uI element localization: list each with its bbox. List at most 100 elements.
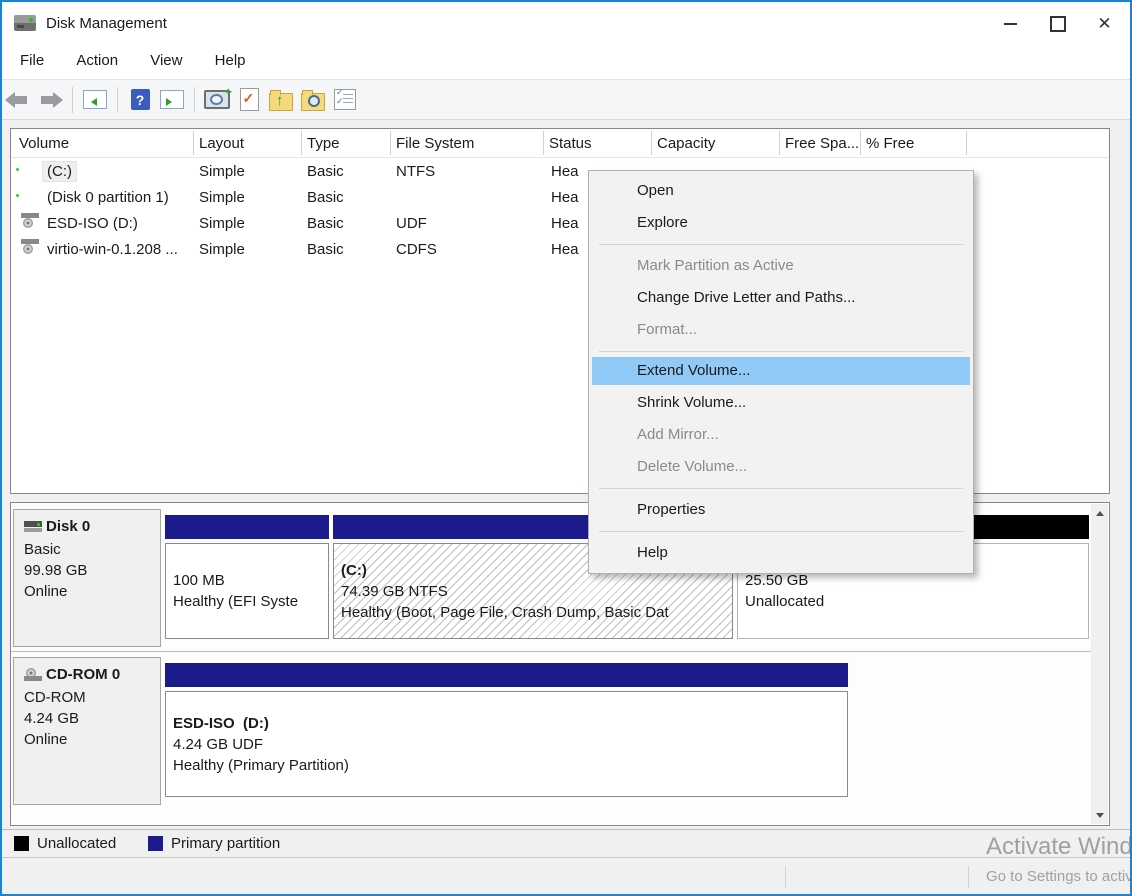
disk-kind: Basic <box>24 539 160 560</box>
rescan-disks-button[interactable] <box>201 85 233 115</box>
maximize-icon <box>1050 16 1066 32</box>
close-icon: ✕ <box>1097 15 1111 32</box>
column-separator[interactable] <box>860 131 861 155</box>
cell-file-system: UDF <box>396 215 427 232</box>
menu-file[interactable]: File <box>20 45 44 76</box>
col-layout[interactable]: Layout <box>199 135 244 152</box>
disk0-info-box[interactable]: Disk 0 Basic 99.98 GB Online <box>13 509 161 647</box>
close-button[interactable]: ✕ <box>1081 2 1128 45</box>
cell-status: Hea <box>551 241 579 258</box>
cdrom0-info-box[interactable]: CD-ROM 0 CD-ROM 4.24 GB Online <box>13 657 161 805</box>
action-pane-icon <box>160 90 184 109</box>
col-capacity[interactable]: Capacity <box>657 135 715 152</box>
column-separator[interactable] <box>966 131 967 155</box>
scroll-down-button[interactable] <box>1091 807 1108 824</box>
console-tree-button[interactable] <box>79 85 111 115</box>
scroll-up-button[interactable] <box>1091 504 1108 521</box>
minimize-button[interactable] <box>987 2 1034 45</box>
cell-status: Hea <box>551 189 579 206</box>
vertical-scrollbar[interactable] <box>1091 504 1108 824</box>
explore-button[interactable] <box>297 85 329 115</box>
partition-details: ESD-ISO (D:) 4.24 GB UDF Healthy (Primar… <box>165 691 848 797</box>
console-tree-icon <box>83 90 107 109</box>
maximize-button[interactable] <box>1034 2 1081 45</box>
column-separator[interactable] <box>301 131 302 155</box>
menu-item-shrink-volume[interactable]: Shrink Volume... <box>589 387 973 419</box>
cell-file-system: CDFS <box>396 241 437 258</box>
folder-search-icon <box>301 93 325 111</box>
back-button[interactable] <box>2 85 34 115</box>
back-icon <box>5 92 31 108</box>
cell-layout: Simple <box>199 163 245 180</box>
menu-item-open[interactable]: Open <box>589 175 973 207</box>
cdrom0-row: CD-ROM 0 CD-ROM 4.24 GB Online ESD-ISO (… <box>11 655 1091 807</box>
rescan-monitor-icon <box>204 90 230 109</box>
cell-type: Basic <box>307 189 344 206</box>
column-separator[interactable] <box>779 131 780 155</box>
menu-separator <box>599 351 963 352</box>
partition-status: Healthy (Primary Partition) <box>173 755 847 776</box>
menu-action[interactable]: Action <box>76 45 118 76</box>
forward-icon <box>37 92 63 108</box>
disk-size: 4.24 GB <box>24 708 160 729</box>
menu-item-properties[interactable]: Properties <box>589 494 973 526</box>
menu-view[interactable]: View <box>150 45 182 76</box>
primary-partition-bar <box>165 663 848 687</box>
cell-layout: Simple <box>199 241 245 258</box>
menu-help[interactable]: Help <box>215 45 246 76</box>
menu-item-change-drive-letter[interactable]: Change Drive Letter and Paths... <box>589 282 973 314</box>
menu-item-extend-volume[interactable]: Extend Volume... <box>592 357 970 385</box>
partition-efi-system[interactable]: 100 MB Healthy (EFI Syste <box>165 515 329 641</box>
legend-label: Unallocated <box>37 835 116 852</box>
column-separator[interactable] <box>543 131 544 155</box>
help-button[interactable]: ? <box>124 85 156 115</box>
forward-button[interactable] <box>34 85 66 115</box>
partition-size: 4.24 GB UDF <box>173 734 847 755</box>
col-status[interactable]: Status <box>549 135 592 152</box>
unallocated-color-swatch <box>14 836 29 851</box>
column-separator[interactable] <box>651 131 652 155</box>
col-volume[interactable]: Volume <box>19 135 69 152</box>
restore-button[interactable] <box>265 85 297 115</box>
window-controls: ✕ <box>987 2 1128 45</box>
cell-type: Basic <box>307 241 344 258</box>
partition-status: Unallocated <box>745 591 1088 612</box>
tasks-button[interactable] <box>329 85 361 115</box>
partition-esd-iso[interactable]: ESD-ISO (D:) 4.24 GB UDF Healthy (Primar… <box>165 663 848 799</box>
menu-separator <box>599 244 963 245</box>
column-separator[interactable] <box>193 131 194 155</box>
col-pct-free[interactable]: % Free <box>866 135 914 152</box>
cell-layout: Simple <box>199 189 245 206</box>
disk-row-divider <box>11 651 1091 652</box>
disk-name: CD-ROM 0 <box>46 666 120 683</box>
cd-icon <box>24 668 42 681</box>
toolbar-separator <box>117 87 118 113</box>
legend-primary-partition: Primary partition <box>148 835 280 852</box>
primary-partition-color-swatch <box>148 836 163 851</box>
legend-label: Primary partition <box>171 835 280 852</box>
action-pane-button[interactable] <box>156 85 188 115</box>
disk-status: Online <box>24 729 160 750</box>
cell-file-system: NTFS <box>396 163 435 180</box>
menu-item-help[interactable]: Help <box>589 537 973 569</box>
volume-name: ESD-ISO (D:) <box>47 215 138 232</box>
check-disk-button[interactable] <box>233 85 265 115</box>
col-free-space[interactable]: Free Spa... <box>785 135 859 152</box>
legend-bar: Unallocated Primary partition <box>2 829 1130 858</box>
column-separator[interactable] <box>390 131 391 155</box>
menu-item-delete-volume: Delete Volume... <box>589 451 973 483</box>
disk-status: Online <box>24 581 160 602</box>
volume-name: (Disk 0 partition 1) <box>47 189 169 206</box>
help-icon: ? <box>131 89 150 110</box>
volume-context-menu: Open Explore Mark Partition as Active Ch… <box>588 170 974 574</box>
cell-type: Basic <box>307 163 344 180</box>
col-file-system[interactable]: File System <box>396 135 474 152</box>
volume-name: virtio-win-0.1.208 ... <box>47 241 178 258</box>
chevron-down-icon <box>1096 813 1104 822</box>
minimize-icon <box>1004 23 1017 25</box>
menu-item-explore[interactable]: Explore <box>589 207 973 239</box>
menu-item-mark-partition-active: Mark Partition as Active <box>589 250 973 282</box>
col-type[interactable]: Type <box>307 135 340 152</box>
disk-icon <box>24 521 42 532</box>
title-bar[interactable]: Disk Management ✕ <box>2 2 1130 45</box>
